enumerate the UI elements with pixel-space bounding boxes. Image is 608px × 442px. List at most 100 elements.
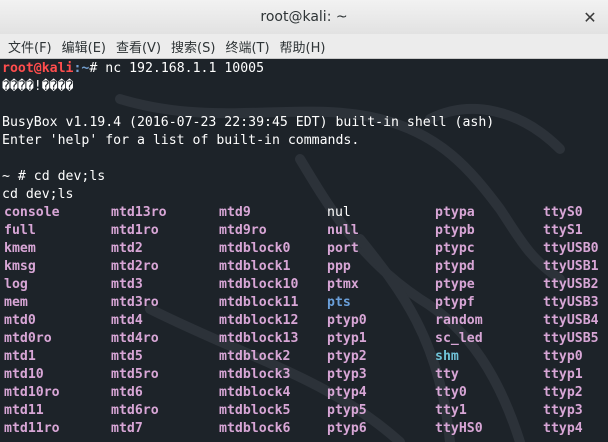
listing-entry: tty	[435, 367, 459, 382]
listing-entry: mtdblock5	[219, 403, 291, 418]
command-text: nc 192.168.1.1 10005	[105, 61, 265, 76]
listing-entry: ptyp6	[327, 421, 367, 436]
listing-entry: ttyUSB2	[543, 277, 599, 292]
listing-entry: mtd1ro	[111, 223, 159, 238]
directory-listing: console mtd13ro mtd9 nul ptypa ttyS0 full mtd1r…	[2, 204, 608, 438]
listing-entry: nul	[327, 205, 351, 220]
listing-entry: ptypb	[435, 223, 475, 238]
prompt-symbol: #	[89, 61, 106, 76]
listing-entry: ttyp0	[543, 349, 583, 364]
listing-entry: mtdblock2	[219, 349, 291, 364]
listing-row: kmsg mtd2ro mtdblock1 ppp ptypd ttyUSB1	[2, 258, 608, 276]
listing-entry: mtd3ro	[111, 295, 159, 310]
listing-entry: console	[4, 205, 60, 220]
listing-entry: ptyp2	[327, 349, 367, 364]
listing-entry: tty0	[435, 385, 467, 400]
prompt-line: root@kali:~# nc 192.168.1.1 10005	[2, 60, 608, 78]
listing-entry: ttyUSB5	[543, 331, 599, 346]
listing-entry: ttyHS0	[435, 421, 483, 436]
listing-entry: mtd4	[111, 313, 143, 328]
listing-row: mtd0ro mtd4ro mtdblock13 ptyp1 sc_led ttyUSB5	[2, 330, 608, 348]
listing-entry: random	[435, 313, 483, 328]
listing-entry: mtd2	[111, 241, 143, 256]
listing-entry: mtd11ro	[4, 421, 60, 436]
listing-entry: mtdblock1	[219, 259, 291, 274]
listing-entry: mtd4ro	[111, 331, 159, 346]
listing-entry: port	[327, 241, 359, 256]
menu-view[interactable]: 查看(V)	[112, 37, 165, 56]
listing-row: mtd11ro mtd7 mtdblock6 ptyp6 ttyHS0 ttyp4	[2, 420, 608, 438]
listing-entry: sc_led	[435, 331, 483, 346]
listing-entry: mtd10	[4, 367, 44, 382]
menu-file[interactable]: 文件(F)	[4, 37, 56, 56]
listing-entry: pts	[327, 295, 351, 310]
listing-entry: mtdblock11	[219, 295, 299, 310]
listing-row: mtd0 mtd4 mtdblock12 ptyp0 random ttyUSB4	[2, 312, 608, 330]
listing-entry: ttyp2	[543, 385, 583, 400]
listing-entry: shm	[435, 349, 459, 364]
listing-entry: ttyUSB0	[543, 241, 599, 256]
listing-entry: ptmx	[327, 277, 359, 292]
listing-entry: mtdblock4	[219, 385, 291, 400]
menu-search[interactable]: 搜索(S)	[167, 37, 219, 56]
listing-row: mem mtd3ro mtdblock11 pts ptypf ttyUSB3	[2, 294, 608, 312]
listing-entry: ttyS0	[543, 205, 583, 220]
listing-entry: mtd13ro	[111, 205, 167, 220]
busybox-banner: BusyBox v1.19.4 (2016-07-23 22:39:45 EDT…	[2, 115, 495, 130]
listing-entry: ptype	[435, 277, 475, 292]
listing-entry: ptyp0	[327, 313, 367, 328]
listing-entry: ttyp4	[543, 421, 583, 436]
terminal-output: root@kali:~# nc 192.168.1.1 10005 ����!�…	[0, 59, 608, 438]
listing-entry: mtdblock3	[219, 367, 291, 382]
listing-entry: ttyUSB1	[543, 259, 599, 274]
listing-entry: mtd0ro	[4, 331, 52, 346]
listing-row: mtd10 mtd5ro mtdblock3 ptyp3 tty ttyp1	[2, 366, 608, 384]
listing-entry: ptypf	[435, 295, 475, 310]
listing-entry: tty1	[435, 403, 467, 418]
listing-entry: ttyUSB3	[543, 295, 599, 310]
listing-entry: mtdblock0	[219, 241, 291, 256]
listing-entry: ttyp3	[543, 403, 583, 418]
listing-entry: mtd5ro	[111, 367, 159, 382]
prompt-user: root@kali	[2, 61, 74, 76]
listing-row: console mtd13ro mtd9 nul ptypa ttyS0	[2, 204, 608, 222]
listing-row: mtd10ro mtd6 mtdblock4 ptyp4 tty0 ttyp2	[2, 384, 608, 402]
close-icon[interactable]: ✕	[578, 6, 602, 28]
listing-entry: ptyp3	[327, 367, 367, 382]
listing-entry: mtdblock13	[219, 331, 299, 346]
listing-row: kmem mtd2 mtdblock0 port ptypc ttyUSB0	[2, 240, 608, 258]
listing-entry: ttyUSB4	[543, 313, 599, 328]
listing-entry: mtd2ro	[111, 259, 159, 274]
listing-row: mtd1 mtd5 mtdblock2 ptyp2 shm ttyp0	[2, 348, 608, 366]
listing-entry: kmsg	[4, 259, 36, 274]
menu-terminal[interactable]: 终端(T)	[221, 37, 273, 56]
listing-entry: mtdblock12	[219, 313, 299, 328]
listing-entry: mtd6ro	[111, 403, 159, 418]
listing-entry: ttyS1	[543, 223, 583, 238]
menu-edit[interactable]: 编辑(E)	[58, 37, 110, 56]
listing-entry: ptypd	[435, 259, 475, 274]
menu-help[interactable]: 帮助(H)	[276, 37, 330, 56]
listing-entry: mtd11	[4, 403, 44, 418]
listing-entry: ptyp4	[327, 385, 367, 400]
terminal-window: root@kali: ~ ✕ 文件(F) 编辑(E) 查看(V) 搜索(S) 终…	[0, 0, 608, 442]
listing-entry: mem	[4, 295, 28, 310]
listing-entry: mtd7	[111, 421, 143, 436]
terminal-area[interactable]: root@kali:~# nc 192.168.1.1 10005 ����!�…	[0, 59, 608, 442]
prompt-path: :~	[73, 61, 90, 76]
listing-entry: mtd9	[219, 205, 251, 220]
listing-entry: mtd5	[111, 349, 143, 364]
listing-entry: ppp	[327, 259, 351, 274]
listing-entry: ptypc	[435, 241, 475, 256]
listing-row: full mtd1ro mtd9ro null ptypb ttyS1	[2, 222, 608, 240]
title-bar[interactable]: root@kali: ~ ✕	[0, 0, 608, 34]
listing-entry: ptypa	[435, 205, 475, 220]
listing-row: mtd11 mtd6ro mtdblock5 ptyp5 tty1 ttyp3	[2, 402, 608, 420]
help-hint: Enter 'help' for a list of built-in comm…	[2, 133, 360, 148]
listing-entry: mtd1	[4, 349, 36, 364]
listing-entry: mtdblock6	[219, 421, 291, 436]
listing-entry: ttyp1	[543, 367, 583, 382]
listing-entry: mtd3	[111, 277, 143, 292]
